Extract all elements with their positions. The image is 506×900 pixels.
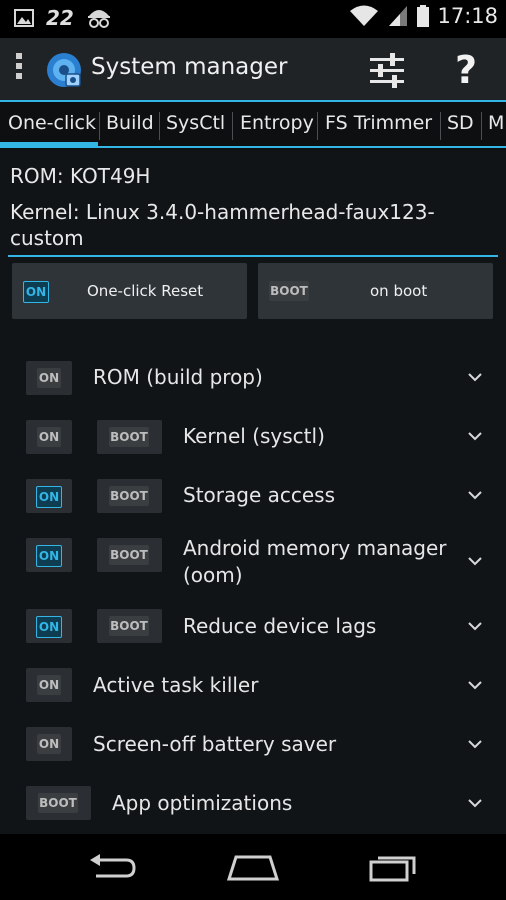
incognito-icon [87, 10, 110, 28]
on-badge: ON [37, 675, 61, 695]
chevron-down-icon[interactable] [467, 556, 483, 566]
boot-badge: BOOT [109, 545, 149, 565]
on-badge: ON [36, 545, 62, 567]
boot-toggle-kernel[interactable]: BOOT [97, 420, 162, 454]
boot-badge: BOOT [269, 281, 309, 301]
chevron-down-icon[interactable] [467, 490, 483, 500]
status-bar: 22 17:18 [0, 0, 506, 38]
on-toggle-task-killer[interactable]: ON [26, 668, 72, 702]
action-bar: System manager ? [0, 38, 506, 101]
on-boot-label: on boot [370, 282, 428, 300]
on-badge: ON [37, 368, 61, 388]
on-toggle-lags[interactable]: ON [26, 609, 72, 643]
row-label-kernel[interactable]: Kernel (sysctl) [183, 424, 325, 448]
tab-build[interactable]: Build [100, 102, 160, 148]
clock: 17:18 [437, 4, 498, 28]
info-divider [8, 255, 498, 257]
tab-sysctl[interactable]: SysCtl [160, 102, 231, 148]
row-label-oom-line2[interactable]: (oom) [183, 563, 243, 587]
app-title: System manager [91, 54, 288, 80]
chevron-down-icon[interactable] [467, 739, 483, 749]
on-boot-button[interactable]: BOOT on boot [258, 263, 493, 319]
one-click-reset-button[interactable]: ON One-click Reset [12, 263, 247, 319]
row-label-storage[interactable]: Storage access [183, 483, 335, 507]
battery-icon [417, 5, 430, 27]
chevron-down-icon[interactable] [467, 372, 483, 382]
on-badge: ON [37, 734, 61, 754]
on-badge: ON [36, 486, 62, 508]
on-badge: ON [36, 616, 62, 638]
system-manager-app-icon[interactable] [44, 50, 84, 90]
navigation-bar [0, 834, 506, 900]
row-label-battery-saver[interactable]: Screen-off battery saver [93, 732, 336, 756]
notification-counter: 22 [46, 6, 74, 30]
chevron-down-icon[interactable] [467, 798, 483, 808]
on-toggle-storage[interactable]: ON [26, 479, 72, 513]
boot-badge: BOOT [109, 616, 149, 636]
boot-toggle-app-opt[interactable]: BOOT [26, 786, 91, 820]
on-toggle-oom[interactable]: ON [26, 538, 72, 572]
kernel-info-line1: Kernel: Linux 3.4.0-hammerhead-faux123- [10, 200, 435, 224]
boot-badge: BOOT [38, 793, 78, 813]
row-label-rom[interactable]: ROM (build prop) [93, 365, 263, 389]
tab-sd[interactable]: SD [441, 102, 480, 148]
boot-toggle-storage[interactable]: BOOT [97, 479, 162, 513]
overflow-menu-icon[interactable] [16, 53, 24, 87]
on-toggle-rom[interactable]: ON [26, 361, 72, 395]
on-toggle-battery-saver[interactable]: ON [26, 727, 72, 761]
chevron-down-icon[interactable] [467, 431, 483, 441]
row-label-oom-line1[interactable]: Android memory manager [183, 536, 447, 560]
tab-fs-trimmer[interactable]: FS Trimmer [319, 102, 438, 148]
home-nav-icon[interactable] [226, 852, 280, 882]
image-icon [14, 9, 34, 27]
wifi-icon [350, 5, 379, 26]
chevron-down-icon[interactable] [467, 680, 483, 690]
boot-badge: BOOT [109, 427, 149, 447]
tune-settings-icon[interactable] [366, 50, 408, 90]
boot-toggle-oom[interactable]: BOOT [97, 538, 162, 572]
on-toggle-kernel[interactable]: ON [26, 420, 72, 454]
on-badge: ON [23, 281, 49, 303]
back-nav-icon[interactable] [86, 854, 138, 882]
kernel-info-line2: custom [10, 226, 84, 250]
boot-badge: BOOT [109, 486, 149, 506]
tab-active-indicator [0, 142, 98, 147]
help-icon[interactable]: ? [448, 46, 484, 94]
tab-entropy[interactable]: Entropy [234, 102, 320, 148]
boot-toggle-lags[interactable]: BOOT [97, 609, 162, 643]
row-label-lags[interactable]: Reduce device lags [183, 614, 376, 638]
on-badge: ON [37, 427, 61, 447]
row-label-task-killer[interactable]: Active task killer [93, 673, 258, 697]
recents-nav-icon[interactable] [368, 852, 420, 882]
chevron-down-icon[interactable] [467, 621, 483, 631]
row-label-app-opt[interactable]: App optimizations [112, 791, 292, 815]
signal-icon [389, 6, 408, 26]
tab-more[interactable]: M [482, 102, 506, 148]
rom-info: ROM: KOT49H [10, 164, 151, 188]
reset-button-label: One-click Reset [87, 282, 204, 300]
